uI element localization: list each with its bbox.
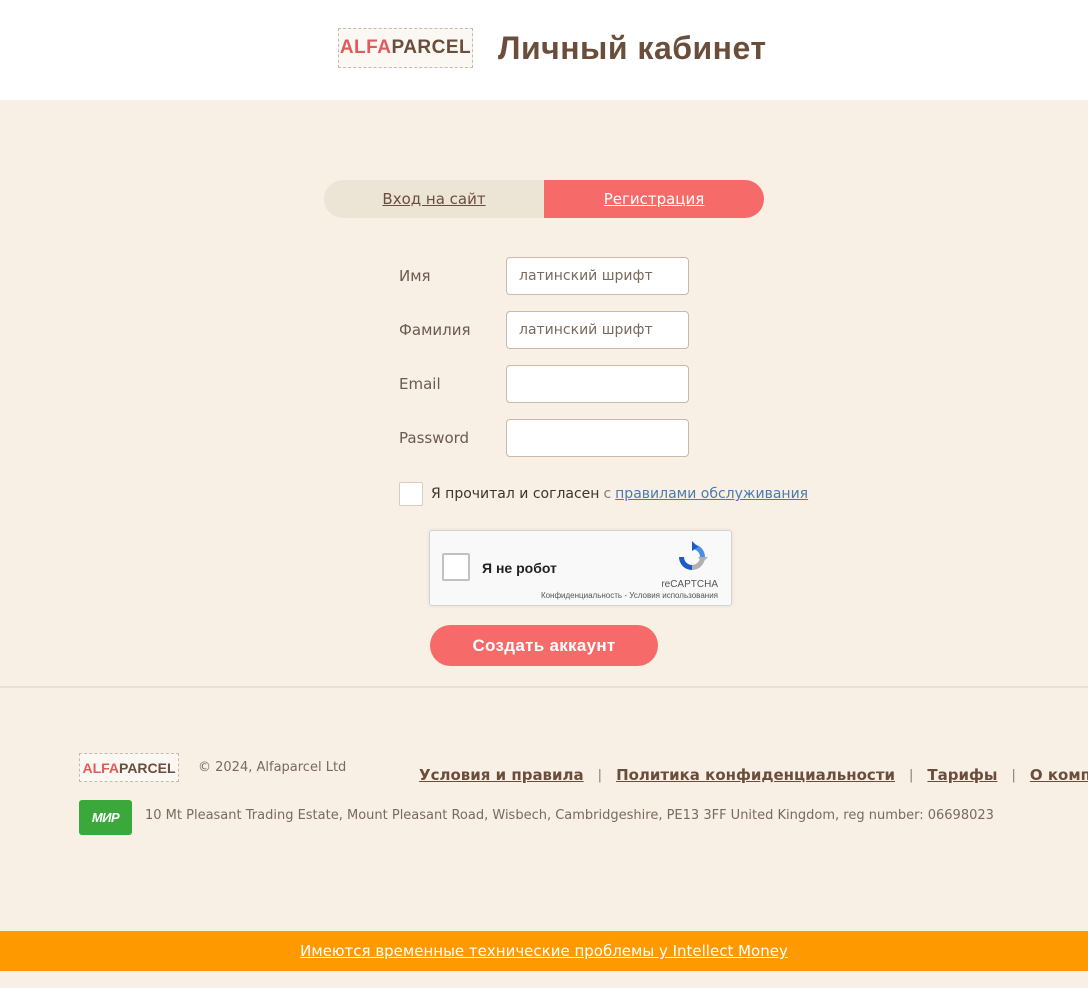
- footer: ALFA PARCEL © 2024, Alfaparcel Ltd Услови…: [0, 688, 1088, 931]
- mir-payment-icon: МИР: [79, 800, 132, 835]
- bottom-strip: [0, 971, 1088, 988]
- page-title: Личный кабинет: [498, 30, 767, 66]
- last-name-label: Фамилия: [399, 321, 471, 339]
- password-input[interactable]: [506, 419, 689, 457]
- footer-link-separator: |: [1011, 767, 1016, 783]
- recaptcha-checkbox[interactable]: [442, 553, 470, 581]
- copyright: © 2024, Alfaparcel Ltd: [198, 760, 347, 775]
- technical-notice-link[interactable]: Имеются временные технические проблемы у…: [300, 942, 788, 960]
- logo-text-alfa: ALFA: [339, 37, 392, 58]
- mir-badge-text: МИР: [91, 810, 120, 825]
- main-content: Вход на сайт Регистрация Имя Фамилия Ema…: [0, 100, 1088, 686]
- logo-text-parcel: PARCEL: [391, 37, 472, 58]
- recaptcha-logo-icon: [679, 541, 708, 570]
- technical-notice-banner: Имеются временные технические проблемы у…: [0, 931, 1088, 971]
- footer-logo-alfa: ALFA: [82, 759, 120, 776]
- footer-links: Условия и правила | Политика конфиденциа…: [419, 766, 1088, 784]
- footer-link-tariffs[interactable]: Тарифы: [927, 766, 997, 784]
- email-label: Email: [399, 375, 441, 393]
- first-name-label: Имя: [399, 267, 431, 285]
- terms-agree-text: Я прочитал и согласен: [431, 486, 600, 502]
- last-name-row: Фамилия: [399, 311, 689, 349]
- company-address: 10 Mt Pleasant Trading Estate, Mount Ple…: [145, 808, 994, 823]
- recaptcha-privacy-link[interactable]: Конфиденциальность: [541, 591, 622, 600]
- footer-link-privacy[interactable]: Политика конфиденциальности: [616, 766, 895, 784]
- email-row: Email: [399, 365, 689, 403]
- header: ALFA PARCEL Личный кабинет: [0, 0, 1088, 100]
- recaptcha-terms: Конфиденциальность - Условия использован…: [541, 591, 718, 600]
- auth-tabs: Вход на сайт Регистрация: [324, 180, 764, 218]
- first-name-input[interactable]: [506, 257, 689, 295]
- create-account-button[interactable]: Создать аккаунт: [430, 625, 658, 666]
- alfaparcel-logo[interactable]: ALFA PARCEL: [338, 28, 473, 68]
- footer-link-separator: |: [909, 767, 914, 783]
- tab-register[interactable]: Регистрация: [544, 180, 764, 218]
- password-label: Password: [399, 429, 470, 447]
- footer-logo-parcel: PARCEL: [119, 759, 176, 776]
- last-name-input[interactable]: [506, 311, 689, 349]
- terms-agreement: Я прочитал и согласен с правилами обслуж…: [399, 482, 808, 506]
- footer-link-terms[interactable]: Условия и правила: [419, 766, 584, 784]
- footer-link-about[interactable]: О компании: [1030, 766, 1088, 784]
- password-row: Password: [399, 419, 689, 457]
- email-input[interactable]: [506, 365, 689, 403]
- terms-checkbox[interactable]: [399, 482, 423, 506]
- terms-of-service-link[interactable]: правилами обслуживания: [615, 486, 808, 502]
- terms-agree-with: с: [603, 486, 612, 502]
- recaptcha-brand: reCAPTCHA: [661, 579, 718, 590]
- recaptcha-widget: Я не робот reCAPTCHA Конфиденциальность …: [429, 530, 732, 606]
- first-name-row: Имя: [399, 257, 689, 295]
- tab-login[interactable]: Вход на сайт: [324, 180, 544, 218]
- footer-logo[interactable]: ALFA PARCEL: [79, 753, 179, 782]
- recaptcha-label: Я не робот: [482, 560, 557, 576]
- footer-link-separator: |: [597, 767, 603, 783]
- recaptcha-terms-link[interactable]: Условия использования: [629, 591, 718, 600]
